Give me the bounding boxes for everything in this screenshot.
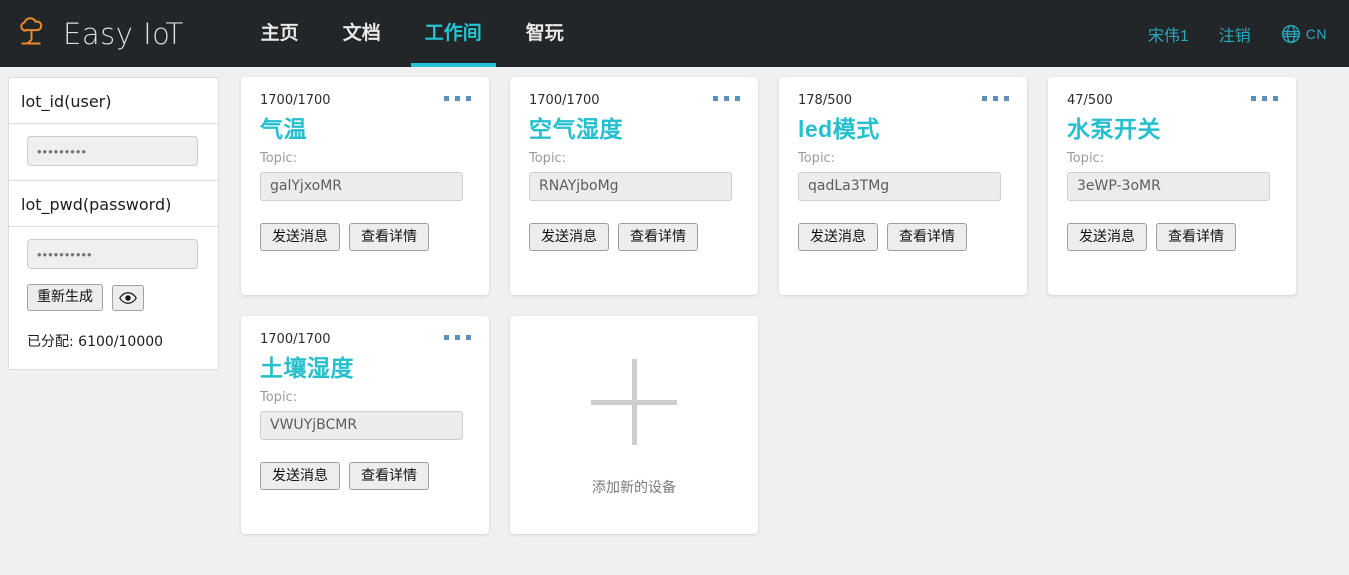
view-details-button[interactable]: 查看详情 [349, 222, 429, 252]
topic-input[interactable] [529, 171, 732, 201]
brand-name: Easy IoT [63, 16, 184, 51]
device-actions: 发送消息 查看详情 [529, 222, 739, 252]
globe-icon [1281, 24, 1300, 43]
iot-pwd-input[interactable] [27, 239, 198, 269]
credentials-sidebar: lot_id(user) lot_pwd(password) 重新生成 已分配:… [8, 77, 219, 371]
topic-label: Topic: [1067, 150, 1105, 166]
page-body: lot_id(user) lot_pwd(password) 重新生成 已分配:… [0, 67, 1349, 534]
three-dots-icon[interactable] [982, 96, 1009, 101]
view-details-button[interactable]: 查看详情 [887, 222, 967, 252]
device-card[interactable]: 1700/1700 土壤湿度 Topic: 发送消息 查看详情 [241, 316, 489, 534]
iot-id-label: lot_id(user) [9, 78, 218, 124]
brand-logo[interactable]: Easy IoT [14, 15, 184, 53]
iot-pwd-body: 重新生成 已分配: 6100/10000 [9, 227, 218, 369]
nav-link-workspace[interactable]: 工作间 [403, 0, 504, 67]
device-message-count: 178/500 [798, 93, 853, 108]
topic-input[interactable] [260, 171, 463, 201]
pwd-actions: 重新生成 [27, 284, 206, 312]
topic-label: Topic: [260, 389, 298, 405]
topic-label: Topic: [260, 150, 298, 166]
device-message-count: 47/500 [1067, 93, 1113, 108]
topic-input[interactable] [798, 171, 1001, 201]
send-message-button[interactable]: 发送消息 [798, 222, 878, 252]
language-code: CN [1305, 25, 1327, 42]
send-message-button[interactable]: 发送消息 [260, 461, 340, 491]
add-device-label: 添加新的设备 [592, 480, 676, 496]
device-card[interactable]: 1700/1700 气温 Topic: 发送消息 查看详情 [241, 77, 489, 295]
device-title: 土壤湿度 [260, 355, 354, 381]
topic-label: Topic: [798, 150, 836, 166]
regenerate-button[interactable]: 重新生成 [27, 284, 103, 312]
device-actions: 发送消息 查看详情 [798, 222, 1008, 252]
language-switcher[interactable]: CN [1281, 24, 1327, 44]
iot-id-input[interactable] [27, 136, 198, 166]
view-details-button[interactable]: 查看详情 [349, 461, 429, 491]
send-message-button[interactable]: 发送消息 [529, 222, 609, 252]
send-message-button[interactable]: 发送消息 [1067, 222, 1147, 252]
view-details-button[interactable]: 查看详情 [1156, 222, 1236, 252]
device-card[interactable]: 178/500 led模式 Topic: 发送消息 查看详情 [779, 77, 1027, 295]
nav-links: 主页 文档 工作间 智玩 [239, 0, 586, 67]
three-dots-icon[interactable] [713, 96, 740, 101]
nav-right-actions: 宋伟1 注销 CN [1148, 22, 1327, 46]
allocation-text: 已分配: 6100/10000 [27, 334, 164, 351]
device-message-count: 1700/1700 [529, 93, 600, 108]
iot-pwd-label: lot_pwd(password) [9, 181, 218, 227]
user-name[interactable]: 宋伟1 [1148, 22, 1189, 46]
three-dots-icon[interactable] [444, 96, 471, 101]
top-navbar: Easy IoT 主页 文档 工作间 智玩 宋伟1 注销 CN [0, 0, 1349, 67]
add-device-card[interactable]: 添加新的设备 [510, 316, 758, 534]
device-title: 水泵开关 [1067, 116, 1161, 142]
view-details-button[interactable]: 查看详情 [618, 222, 698, 252]
topic-label: Topic: [529, 150, 567, 166]
device-actions: 发送消息 查看详情 [260, 222, 470, 252]
plus-icon [591, 359, 677, 445]
device-card[interactable]: 1700/1700 空气湿度 Topic: 发送消息 查看详情 [510, 77, 758, 295]
topic-input[interactable] [1067, 171, 1270, 201]
toggle-password-visibility-button[interactable] [112, 284, 144, 311]
logout-button[interactable]: 注销 [1219, 22, 1251, 46]
device-message-count: 1700/1700 [260, 332, 331, 347]
eye-icon [119, 291, 137, 304]
device-title: 气温 [260, 116, 307, 142]
send-message-button[interactable]: 发送消息 [260, 222, 340, 252]
device-title: 空气湿度 [529, 116, 623, 142]
device-actions: 发送消息 查看详情 [260, 461, 470, 491]
iot-id-body [9, 124, 218, 181]
topic-input[interactable] [260, 410, 463, 440]
device-card-grid: 1700/1700 气温 Topic: 发送消息 查看详情 1700/1700 … [241, 77, 1338, 534]
device-message-count: 1700/1700 [260, 93, 331, 108]
device-actions: 发送消息 查看详情 [1067, 222, 1277, 252]
device-card[interactable]: 47/500 水泵开关 Topic: 发送消息 查看详情 [1048, 77, 1296, 295]
tree-cloud-icon [20, 16, 43, 44]
nav-link-home[interactable]: 主页 [239, 0, 321, 67]
nav-link-docs[interactable]: 文档 [321, 0, 403, 67]
three-dots-icon[interactable] [1251, 96, 1278, 101]
device-title: led模式 [798, 116, 880, 142]
three-dots-icon[interactable] [444, 335, 471, 340]
nav-link-play[interactable]: 智玩 [504, 0, 586, 67]
